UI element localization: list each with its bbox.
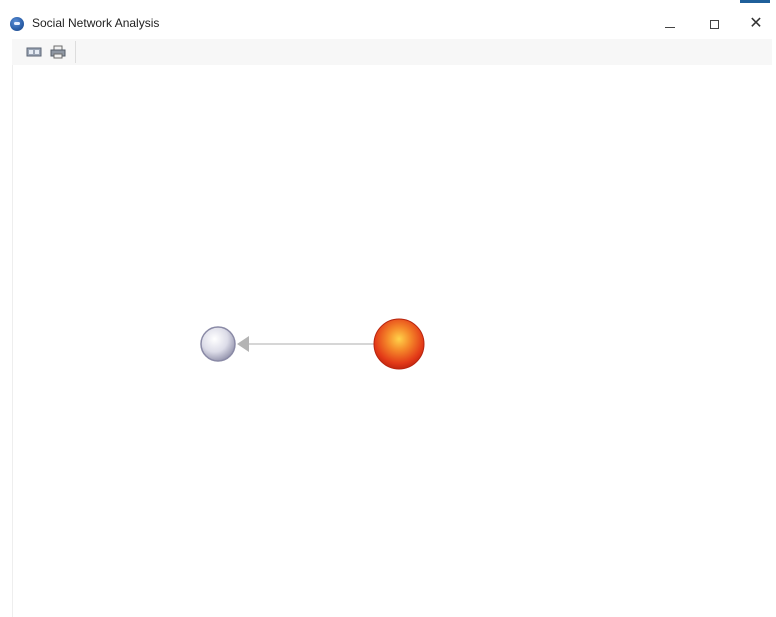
network-graph bbox=[200, 318, 425, 370]
minimize-icon bbox=[665, 26, 675, 28]
graph-node-grey[interactable] bbox=[200, 326, 236, 362]
window-top-edge bbox=[0, 0, 776, 9]
app-window: Social Network Analysis ✕ bbox=[0, 0, 776, 617]
window-title: Social Network Analysis bbox=[32, 16, 160, 30]
close-button[interactable]: ✕ bbox=[736, 9, 776, 39]
close-icon: ✕ bbox=[749, 15, 763, 32]
maximize-icon bbox=[709, 19, 719, 29]
print-button[interactable] bbox=[50, 45, 66, 59]
layout-button[interactable] bbox=[26, 45, 42, 59]
toolbar-separator bbox=[75, 41, 76, 63]
layout-icon bbox=[26, 47, 42, 57]
maximize-button[interactable] bbox=[692, 9, 736, 39]
window-accent-strip bbox=[740, 0, 770, 3]
print-icon bbox=[50, 45, 66, 59]
graph-canvas[interactable] bbox=[12, 65, 776, 617]
graph-node-red[interactable] bbox=[373, 318, 425, 370]
toolbar bbox=[12, 39, 772, 65]
edge-arrowhead bbox=[237, 336, 249, 352]
app-network-icon bbox=[10, 17, 24, 31]
minimize-button[interactable] bbox=[648, 9, 692, 39]
title-bar[interactable]: Social Network Analysis ✕ bbox=[0, 9, 776, 39]
